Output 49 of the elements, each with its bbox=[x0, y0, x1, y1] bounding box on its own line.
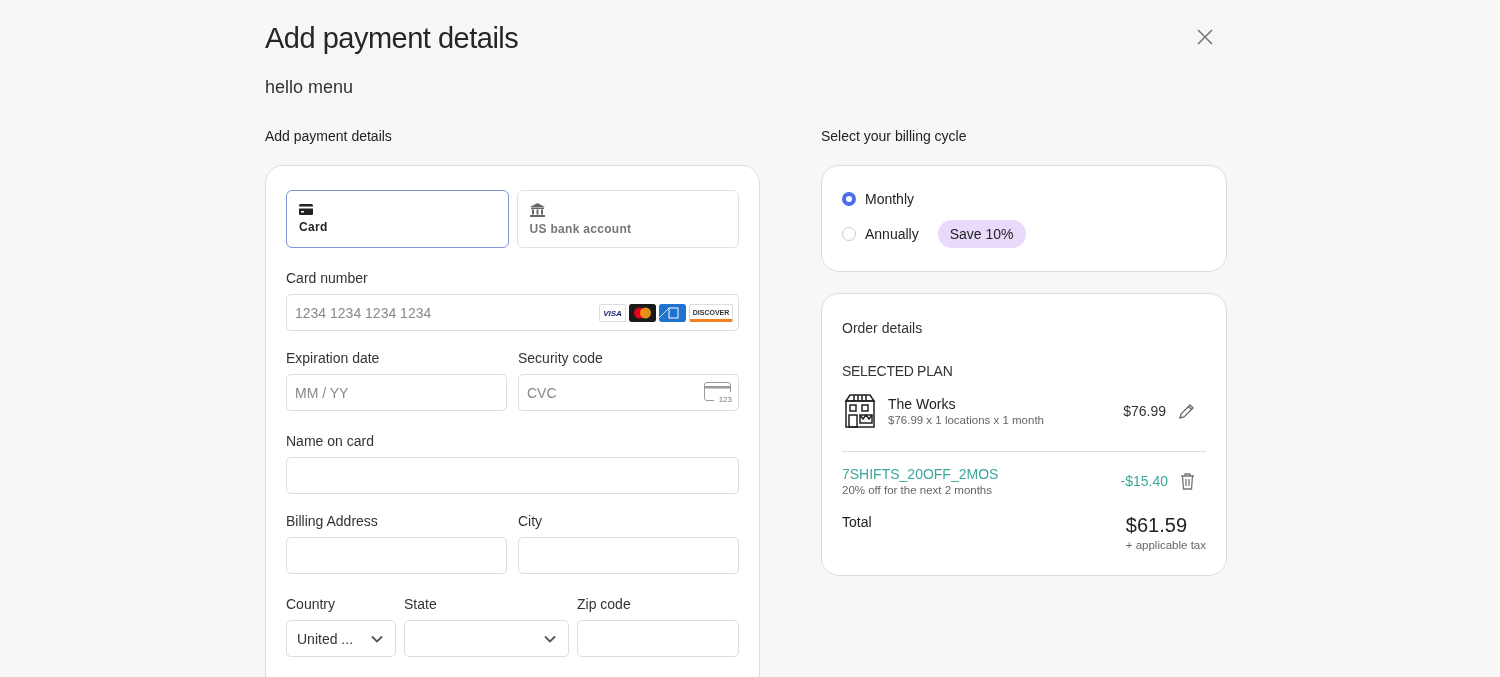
radio-button[interactable] bbox=[842, 192, 856, 206]
field-label: Zip code bbox=[577, 596, 632, 612]
bank-icon bbox=[529, 202, 545, 217]
credit-card-icon bbox=[299, 204, 313, 215]
total-amount: $61.59 bbox=[1125, 514, 1188, 537]
billing-address-field[interactable] bbox=[286, 537, 507, 574]
state-dropdown[interactable] bbox=[404, 620, 569, 657]
field-label: Name on card bbox=[286, 433, 375, 449]
chevron-down-icon bbox=[544, 634, 556, 643]
card-back-icon: 123 bbox=[704, 382, 732, 404]
payment-method-tab[interactable]: US bank account bbox=[516, 190, 739, 248]
field-label: Card number bbox=[286, 270, 369, 286]
field-label: Expiration date bbox=[286, 350, 381, 366]
section-heading: SELECTED PLAN bbox=[842, 363, 954, 379]
plan-detail: $76.99 x 1 locations x 1 month bbox=[888, 414, 1045, 426]
field-label: Security code bbox=[518, 350, 604, 366]
plan-name: The Works bbox=[888, 396, 957, 412]
zip-code-field[interactable] bbox=[577, 620, 739, 657]
plan-price: $76.99 bbox=[1123, 403, 1166, 419]
payment-method-tab[interactable]: Card bbox=[286, 190, 509, 248]
field-label: State bbox=[404, 596, 438, 612]
section-heading: Select your billing cycle bbox=[821, 128, 968, 144]
coupon-code: 7SHIFTS_20OFF_2MOS bbox=[842, 466, 1000, 482]
field-label: City bbox=[518, 513, 544, 529]
radio-label[interactable]: Annually bbox=[865, 226, 919, 242]
field-label: Billing Address bbox=[286, 513, 379, 529]
radio-button[interactable] bbox=[842, 227, 856, 241]
business-name: hello menu bbox=[265, 77, 355, 98]
section-heading: Add payment details bbox=[265, 128, 393, 144]
amex-logo bbox=[659, 304, 686, 322]
discount-badge: Save 10% bbox=[937, 220, 1026, 248]
city-field[interactable] bbox=[518, 537, 739, 574]
edit-icon[interactable] bbox=[1178, 402, 1195, 420]
total-label: Total bbox=[842, 514, 872, 532]
field-label: Country bbox=[286, 596, 337, 612]
card-heading: Order details bbox=[842, 320, 924, 336]
chevron-down-icon bbox=[371, 634, 383, 643]
dialog-title: Add payment details bbox=[265, 22, 519, 55]
name-on-card-field[interactable] bbox=[286, 457, 739, 494]
discount-amount: -$15.40 bbox=[1120, 473, 1168, 489]
radio-label[interactable]: Monthly bbox=[865, 191, 915, 207]
trash-icon[interactable] bbox=[1180, 472, 1195, 490]
visa-logo: VISA bbox=[599, 304, 626, 322]
storefront-icon bbox=[842, 393, 876, 429]
mastercard-logo bbox=[629, 304, 656, 322]
country-dropdown[interactable]: United ... bbox=[286, 620, 396, 657]
tax-note: + applicable tax bbox=[1125, 539, 1206, 551]
expiration-field[interactable]: MM / YY bbox=[286, 374, 507, 411]
coupon-detail: 20% off for the next 2 months bbox=[842, 484, 994, 496]
